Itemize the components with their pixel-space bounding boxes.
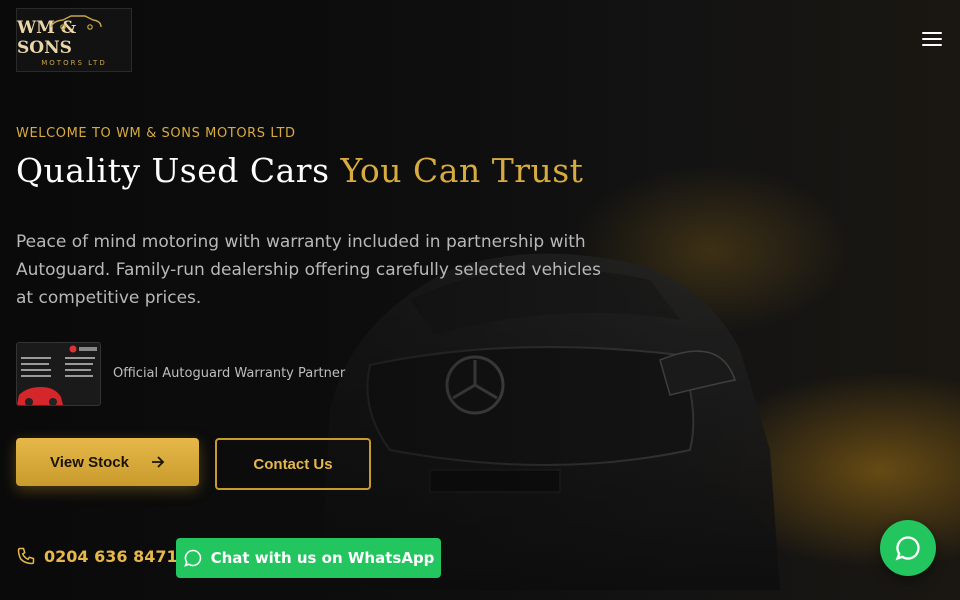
whatsapp-icon [183,549,201,567]
view-stock-label: View Stock [50,453,129,471]
car-logo-icon [50,15,102,30]
contact-us-button[interactable]: Contact Us [215,438,371,490]
brand-logo[interactable]: WM & SONS MOTORS LTD [16,8,132,72]
autoguard-badge-image [16,342,101,406]
hero-headline: Quality Used Cars You Can Trust [16,151,583,190]
phone-link[interactable]: 0204 636 8471 [16,546,178,566]
hero-description: Peace of mind motoring with warranty inc… [16,232,601,308]
whatsapp-label: Chat with us on WhatsApp [210,549,435,567]
whatsapp-floating-button[interactable] [880,520,936,576]
phone-icon [17,547,35,565]
arrow-right-icon [151,456,165,468]
whatsapp-chat-button[interactable]: Chat with us on WhatsApp [176,538,441,578]
phone-number: 0204 636 8471 [44,546,178,566]
menu-icon[interactable] [922,32,942,48]
whatsapp-icon [895,536,920,561]
hero-eyebrow: WELCOME TO WM & SONS MOTORS LTD [16,126,296,141]
headline-main: Quality Used Cars [16,151,330,190]
contact-us-label: Contact Us [253,455,333,473]
partner-text: Official Autoguard Warranty Partner [113,366,346,381]
headline-accent: You Can Trust [340,151,584,190]
brand-subtitle: MOTORS LTD [41,59,107,67]
view-stock-button[interactable]: View Stock [16,438,199,486]
